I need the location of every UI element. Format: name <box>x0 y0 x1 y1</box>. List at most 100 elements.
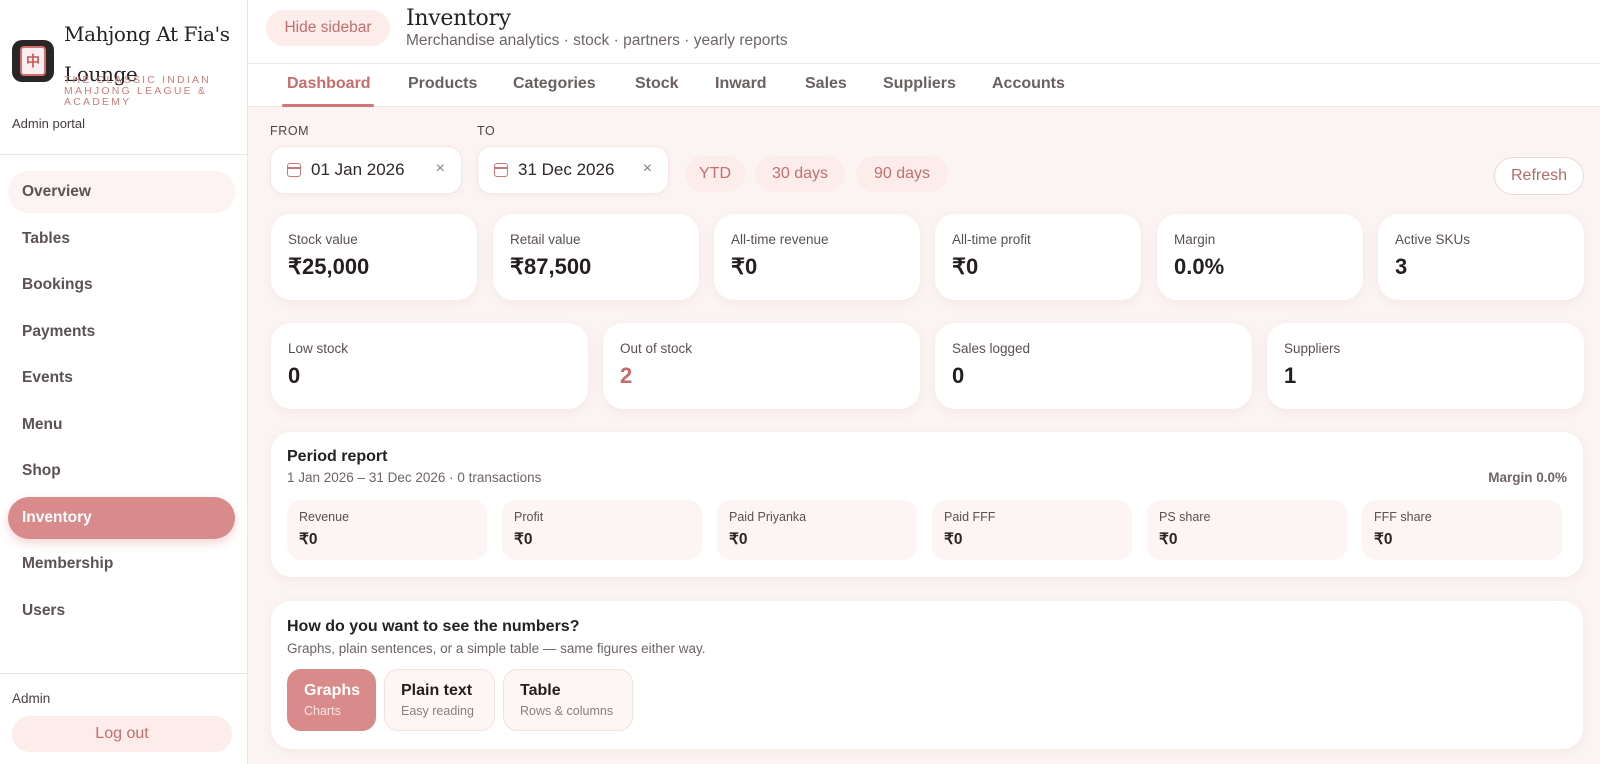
sidebar-item-label: Tables <box>22 229 70 247</box>
sidebar-item-inventory[interactable]: Inventory <box>8 496 235 539</box>
period-report-title: Period report <box>287 448 388 465</box>
stat-value: ₹0 <box>731 254 758 279</box>
page-subtitle: Merchandise analytics · stock · partners… <box>406 32 788 49</box>
stat-card-low-stock: Low stock 0 <box>271 323 588 409</box>
metric-value: ₹0 <box>514 531 533 548</box>
tab-suppliers[interactable]: Suppliers <box>883 75 956 93</box>
from-label: FROM <box>270 124 310 138</box>
view-option-label: Plain text <box>401 682 473 699</box>
user-role: Admin <box>12 691 51 706</box>
divider <box>0 673 247 674</box>
stat-value: ₹25,000 <box>288 254 370 279</box>
sidebar-item-tables[interactable]: Tables <box>8 218 235 260</box>
tab-bar: Dashboard Products Categories Stock Inwa… <box>248 64 1600 107</box>
preset-90-days-button[interactable]: 90 days <box>856 156 948 192</box>
clear-icon[interactable]: × <box>436 160 445 178</box>
portal-label: Admin portal <box>12 116 85 131</box>
sidebar-item-overview[interactable]: Overview <box>8 171 235 213</box>
stat-card-margin: Margin 0.0% <box>1157 214 1363 300</box>
stat-card-suppliers: Suppliers 1 <box>1267 323 1584 409</box>
view-option-plain-text[interactable]: Plain text Easy reading <box>384 669 495 731</box>
metric-label: Paid FFF <box>944 510 996 524</box>
metric-label: PS share <box>1159 510 1211 524</box>
sidebar-item-shop[interactable]: Shop <box>8 450 235 492</box>
period-metric-fff-share: FFF share ₹0 <box>1362 500 1562 560</box>
view-option-sub: Charts <box>304 704 341 718</box>
sidebar-item-label: Overview <box>22 183 91 200</box>
stat-card-sales-logged: Sales logged 0 <box>935 323 1252 409</box>
stat-card-active-skus: Active SKUs 3 <box>1378 214 1584 300</box>
stat-label: Margin <box>1174 232 1216 247</box>
view-option-sub: Rows & columns <box>520 704 614 718</box>
stat-label: All-time profit <box>952 232 1031 247</box>
sidebar-item-events[interactable]: Events <box>8 357 235 399</box>
view-mode-subtitle: Graphs, plain sentences, or a simple tab… <box>287 641 706 656</box>
stat-value: 0 <box>288 363 301 388</box>
sidebar-item-label: Payments <box>22 322 96 340</box>
stat-value: 2 <box>620 363 633 388</box>
sidebar-item-label: Shop <box>22 462 61 479</box>
tab-stock[interactable]: Stock <box>635 75 679 93</box>
sidebar-item-label: Bookings <box>22 276 93 293</box>
stat-value: 3 <box>1395 254 1408 279</box>
stat-card-retail-value: Retail value ₹87,500 <box>493 214 699 300</box>
preset-30-days-button[interactable]: 30 days <box>755 156 845 192</box>
metric-value: ₹0 <box>299 531 318 548</box>
stat-label: Suppliers <box>1284 341 1341 356</box>
clear-icon[interactable]: × <box>643 160 652 178</box>
stat-card-all-time-profit: All-time profit ₹0 <box>935 214 1141 300</box>
sidebar-item-users[interactable]: Users <box>8 590 235 632</box>
from-date-field[interactable]: 01 Jan 2026 × <box>270 146 462 194</box>
from-date-value: 01 Jan 2026 <box>311 160 405 179</box>
stat-label: Out of stock <box>620 341 693 356</box>
sidebar-item-bookings[interactable]: Bookings <box>8 264 235 306</box>
metric-value: ₹0 <box>729 531 748 548</box>
sidebar-item-menu[interactable]: Menu <box>8 404 235 446</box>
metric-value: ₹0 <box>944 531 963 548</box>
view-mode-card: How do you want to see the numbers? Grap… <box>271 601 1583 749</box>
page-header: Hide sidebar Inventory Merchandise analy… <box>248 0 1600 64</box>
sidebar-item-label: Menu <box>22 415 63 433</box>
tab-sales[interactable]: Sales <box>805 75 847 93</box>
stat-value: 1 <box>1284 363 1297 388</box>
period-metric-revenue: Revenue ₹0 <box>287 500 487 560</box>
sidebar-item-label: Users <box>22 601 66 619</box>
logout-button[interactable]: Log out <box>12 716 232 752</box>
tab-categories[interactable]: Categories <box>513 75 596 93</box>
stat-value: ₹87,500 <box>510 254 592 279</box>
hide-sidebar-button[interactable]: Hide sidebar <box>266 10 390 46</box>
sidebar: 中 Mahjong At Fia's Lounge The Classic In… <box>0 0 248 764</box>
metric-label: Revenue <box>299 510 350 524</box>
stat-label: Retail value <box>510 232 581 247</box>
metric-label: Paid Priyanka <box>729 510 807 524</box>
view-option-label: Table <box>520 682 561 699</box>
period-metric-profit: Profit ₹0 <box>502 500 702 560</box>
to-label: TO <box>477 124 496 138</box>
refresh-button[interactable]: Refresh <box>1494 157 1584 195</box>
stat-card-all-time-revenue: All-time revenue ₹0 <box>714 214 920 300</box>
view-option-sub: Easy reading <box>401 704 474 718</box>
metric-value: ₹0 <box>1159 531 1178 548</box>
stat-value: 0.0% <box>1174 254 1225 279</box>
preset-ytd-button[interactable]: YTD <box>685 156 745 192</box>
stat-label: Active SKUs <box>1395 232 1471 247</box>
view-mode-title: How do you want to see the numbers? <box>287 618 580 635</box>
page-title: Inventory <box>406 6 511 31</box>
sidebar-item-payments[interactable]: Payments <box>8 311 235 353</box>
tab-products[interactable]: Products <box>408 75 477 93</box>
tab-inward[interactable]: Inward <box>715 75 767 93</box>
divider <box>0 154 247 155</box>
stat-label: All-time revenue <box>731 232 829 247</box>
brand-tagline: The Classic Indian Mahjong League & Acad… <box>64 74 211 108</box>
active-tab-indicator <box>282 104 374 107</box>
mahjong-tile-icon: 中 <box>20 46 46 76</box>
view-option-table[interactable]: Table Rows & columns <box>503 669 633 731</box>
tab-accounts[interactable]: Accounts <box>992 75 1065 93</box>
tab-dashboard[interactable]: Dashboard <box>287 75 371 93</box>
calendar-icon <box>494 163 508 177</box>
sidebar-item-membership[interactable]: Membership <box>8 543 235 585</box>
stat-label: Sales logged <box>952 341 1031 356</box>
to-date-field[interactable]: 31 Dec 2026 × <box>477 146 669 194</box>
view-option-graphs[interactable]: Graphs Charts <box>287 669 376 731</box>
period-metric-paid-fff: Paid FFF ₹0 <box>932 500 1132 560</box>
